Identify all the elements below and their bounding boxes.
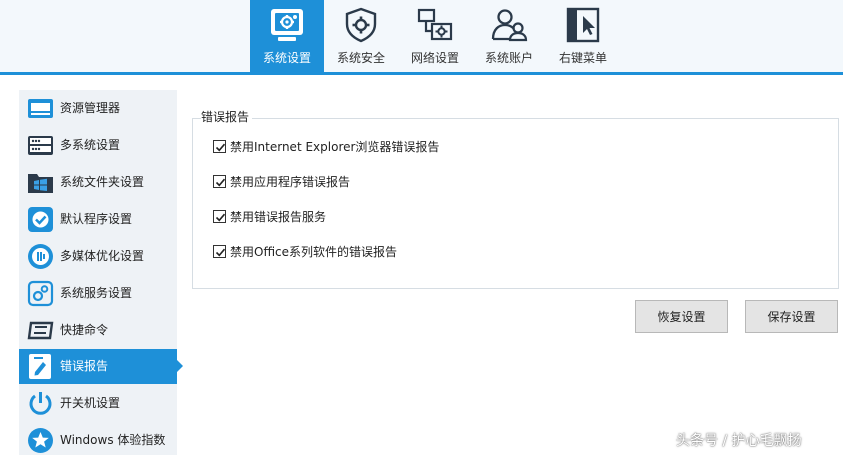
sidebar-item-power[interactable]: 开关机设置: [19, 386, 177, 421]
windows-folder-icon: [28, 174, 53, 193]
tab-system-accounts[interactable]: 系统账户: [472, 0, 546, 72]
sidebar-item-label: 多媒体优化设置: [60, 249, 145, 263]
top-toolbar: 系统设置 系统安全 网络设置 系统账户 右键菜单: [0, 0, 843, 72]
sidebar-item-label: 系统文件夹设置: [60, 175, 145, 189]
sidebar-item-shortcut-command[interactable]: 快捷命令: [19, 313, 177, 348]
sidebar-item-system-folder[interactable]: 系统文件夹设置: [19, 165, 177, 200]
network-icon: [417, 8, 453, 41]
option-label: 禁用错误报告服务: [230, 210, 327, 224]
checkbox[interactable]: [213, 175, 226, 188]
tab-label: 右键菜单: [558, 51, 607, 65]
explorer-icon: [28, 99, 53, 118]
error-report-icon: [29, 354, 51, 379]
tab-label: 系统设置: [262, 51, 311, 65]
multi-system-icon: [28, 136, 53, 155]
tab-label: 网络设置: [410, 51, 459, 65]
users-icon: [491, 9, 528, 42]
option-label: 禁用Internet Explorer浏览器错误报告: [230, 140, 440, 154]
service-gear-icon: [27, 280, 54, 307]
sidebar-item-default-program[interactable]: 默认程序设置: [19, 202, 177, 237]
toolbar-divider: [0, 72, 843, 75]
sidebar-item-multimedia[interactable]: 多媒体优化设置: [19, 239, 177, 274]
group-title: 错误报告: [201, 110, 253, 124]
sidebar-item-windows-experience[interactable]: Windows 体验指数: [19, 423, 177, 455]
power-icon: [29, 392, 52, 415]
sidebar-item-system-service[interactable]: 系统服务设置: [19, 276, 177, 311]
shield-gear-icon: [345, 7, 377, 43]
checkmark-icon: [215, 213, 226, 222]
tab-network-settings[interactable]: 网络设置: [398, 0, 472, 72]
tab-label: 系统安全: [336, 51, 385, 65]
checkmark-icon: [215, 248, 226, 257]
checkbox[interactable]: [213, 245, 226, 258]
shortcut-command-icon: [27, 321, 54, 340]
cursor-menu-icon: [566, 7, 600, 43]
sidebar-item-label: 系统服务设置: [60, 286, 133, 300]
watermark: 头条号 / 护心毛飘扬: [676, 433, 802, 449]
sidebar-item-label: 默认程序设置: [60, 212, 133, 226]
option-label: 禁用Office系列软件的错误报告: [230, 245, 398, 259]
checkmark-icon: [215, 143, 226, 152]
sidebar-item-label: Windows 体验指数: [60, 433, 166, 447]
sidebar-item-explorer[interactable]: 资源管理器: [19, 91, 177, 126]
restore-settings-button[interactable]: 恢复设置: [635, 300, 728, 333]
star-icon: [28, 428, 53, 453]
sidebar-item-label: 资源管理器: [60, 101, 121, 115]
sidebar-item-error-report[interactable]: 错误报告: [19, 349, 183, 384]
sidebar-item-label: 多系统设置: [60, 138, 121, 152]
default-program-check-icon: [28, 207, 53, 232]
sidebar-item-label: 错误报告: [60, 359, 109, 373]
multimedia-icon: [28, 244, 53, 269]
checkbox[interactable]: [213, 210, 226, 223]
sidebar: 资源管理器 多系统设置 系统文件夹设置 默认程序设置 多媒体优化设置 系统服务设…: [19, 90, 183, 455]
sidebar-item-multi-system[interactable]: 多系统设置: [19, 128, 177, 163]
tab-label: 系统账户: [484, 51, 533, 65]
sidebar-item-label: 开关机设置: [60, 396, 121, 410]
tab-system-settings[interactable]: 系统设置: [250, 0, 324, 72]
tab-context-menu[interactable]: 右键菜单: [546, 0, 620, 72]
checkmark-icon: [215, 178, 226, 187]
checkbox[interactable]: [213, 140, 226, 153]
option-label: 禁用应用程序错误报告: [230, 175, 351, 189]
tab-system-security[interactable]: 系统安全: [324, 0, 398, 72]
system-settings-icon: [271, 9, 303, 41]
save-settings-button[interactable]: 保存设置: [745, 300, 838, 333]
sidebar-item-label: 快捷命令: [60, 323, 109, 337]
